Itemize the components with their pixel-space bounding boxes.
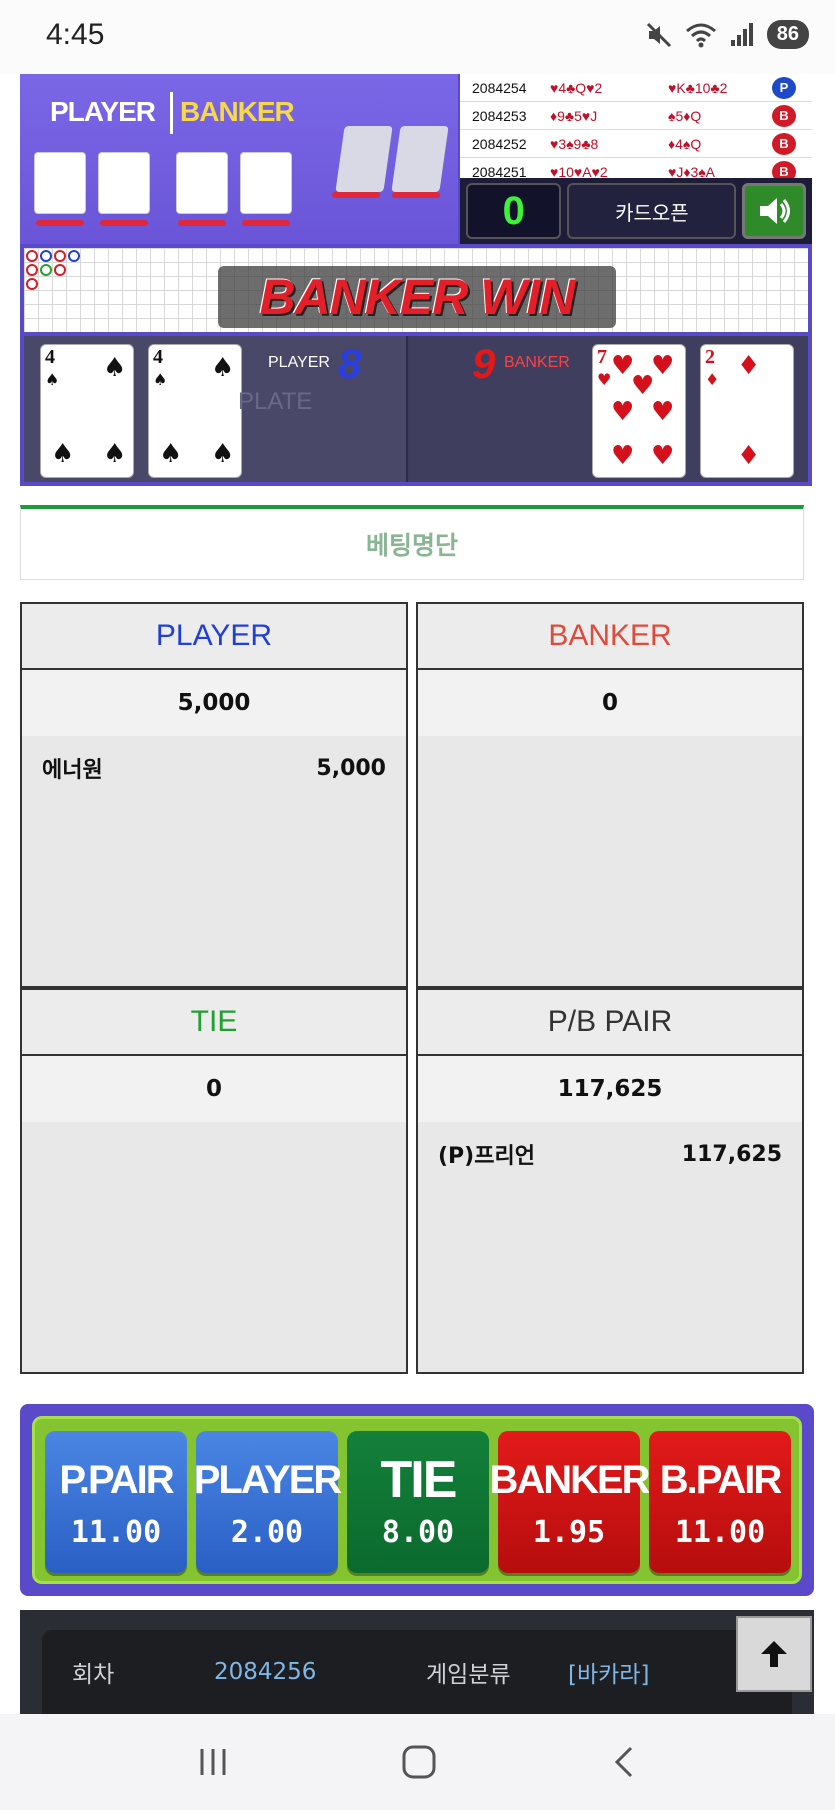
card-slot-light xyxy=(392,192,440,198)
bet-amount: 117,625 xyxy=(681,1141,782,1167)
bet-entry: 에너원 5,000 xyxy=(22,736,406,800)
banker-card: 7 ♥ ♥ ♥ ♥ ♥ ♥ ♥ ♥ xyxy=(592,344,686,478)
mute-icon xyxy=(646,22,671,47)
back-icon[interactable] xyxy=(609,1744,639,1780)
signal-icon xyxy=(730,22,753,46)
bettor-name: 에너원 xyxy=(42,758,103,783)
card-slot-light xyxy=(36,220,84,226)
panel-total: 0 xyxy=(22,1056,406,1122)
result-badge: P xyxy=(772,76,796,99)
card-slot-light xyxy=(242,220,290,226)
round-label: 회차 xyxy=(72,1662,115,1688)
bettor-name: (P)프리언 xyxy=(438,1144,535,1169)
bet-player-button[interactable]: PLAYER 2.00 xyxy=(194,1431,342,1573)
round-info: 회차 2084256 게임분류 [바카라] xyxy=(20,1610,814,1714)
bet-b-pair-button[interactable]: B.PAIR 11.00 xyxy=(649,1431,791,1573)
recent-apps-icon[interactable] xyxy=(196,1745,230,1779)
clock: 4:45 xyxy=(46,18,105,51)
win-text: BANKER WIN xyxy=(259,269,576,325)
win-banner: BANKER WIN xyxy=(218,266,616,328)
banker-score-label: BANKER xyxy=(504,354,570,371)
panel-total: 5,000 xyxy=(22,670,406,736)
result-badge: B xyxy=(772,104,796,127)
dealer-table: PLAYER BANKER xyxy=(20,74,458,244)
game-view: PLAYER BANKER 2084254 ♥4♣Q♥2 ♥K♣10♣2 P 2… xyxy=(20,74,812,486)
countdown-display: 0 xyxy=(466,183,562,239)
panel-title: TIE xyxy=(22,990,406,1056)
panel-total: 117,625 xyxy=(418,1056,802,1122)
felt-player-label: PLAYER xyxy=(50,96,156,127)
system-nav-bar xyxy=(0,1714,835,1810)
felt-divider xyxy=(170,92,173,134)
bet-banker-button[interactable]: BANKER 1.95 xyxy=(489,1431,651,1573)
banker-board: 9 BANKER 7 ♥ ♥ ♥ ♥ ♥ ♥ ♥ ♥ 2 ♦ ♦ ♦ xyxy=(410,336,808,482)
card-slot-light xyxy=(332,192,380,198)
deck-card xyxy=(335,126,393,192)
history-row: 2084252 ♥3♠9♣8 ♦4♠Q B xyxy=(460,130,812,158)
player-score: 8 xyxy=(338,340,362,387)
card-board: 4 ♠ ♠ ♠ ♠ 4 ♠ ♠ ♠ ♠ PLAYER 8 PLATE 9 BAN… xyxy=(24,336,808,482)
card-slot-light xyxy=(178,220,226,226)
panel-title: P/B PAIR xyxy=(418,990,802,1056)
banker-panel: BANKER 0 xyxy=(416,602,804,988)
table-card xyxy=(240,152,292,214)
table-card xyxy=(34,152,86,214)
panel-title: BANKER xyxy=(418,604,802,670)
player-score-label: PLAYER xyxy=(268,354,330,371)
plate-text: PLATE xyxy=(238,388,313,415)
game-type-value: [바카라] xyxy=(568,1662,650,1688)
history-row: 2084253 ♦9♣5♥J ♠5♦Q B xyxy=(460,102,812,130)
deck-card xyxy=(391,126,449,192)
panel-total: 0 xyxy=(418,670,802,736)
round-history: 2084254 ♥4♣Q♥2 ♥K♣10♣2 P 2084253 ♦9♣5♥J … xyxy=(460,74,812,186)
speaker-icon xyxy=(760,198,791,224)
wifi-icon xyxy=(685,23,716,47)
felt-banker-label: BANKER xyxy=(180,96,295,127)
home-icon[interactable] xyxy=(401,1744,437,1780)
player-board: 4 ♠ ♠ ♠ ♠ 4 ♠ ♠ ♠ ♠ PLAYER 8 PLATE xyxy=(24,336,408,482)
game-type-label: 게임분류 xyxy=(426,1662,511,1688)
banker-card: 2 ♦ ♦ ♦ xyxy=(700,344,794,478)
player-card: 4 ♠ ♠ ♠ ♠ xyxy=(148,344,242,478)
battery-indicator: 86 xyxy=(766,20,809,49)
panel-title: PLAYER xyxy=(22,604,406,670)
bet-p-pair-button[interactable]: P.PAIR 11.00 xyxy=(45,1431,187,1573)
scroll-top-button[interactable] xyxy=(736,1616,812,1692)
bet-entry: (P)프리언 117,625 xyxy=(418,1122,802,1186)
result-badge: B xyxy=(772,132,796,155)
arrow-up-icon xyxy=(761,1641,787,1667)
player-panel: PLAYER 5,000 에너원 5,000 xyxy=(20,602,408,988)
player-card: 4 ♠ ♠ ♠ ♠ xyxy=(40,344,134,478)
tie-panel: TIE 0 xyxy=(20,988,408,1374)
sound-button[interactable] xyxy=(742,183,807,239)
card-open-button[interactable]: 카드오픈 xyxy=(567,183,737,239)
history-row: 2084254 ♥4♣Q♥2 ♥K♣10♣2 P xyxy=(460,74,812,102)
bet-tie-button[interactable]: TIE 8.00 xyxy=(347,1431,489,1573)
table-card xyxy=(98,152,150,214)
bet-bar: P.PAIR 11.00 PLAYER 2.00 TIE 8.00 BANKER… xyxy=(20,1404,814,1596)
status-bar: 4:45 86 xyxy=(0,0,835,74)
round-value: 2084256 xyxy=(214,1659,317,1685)
status-icons: 86 xyxy=(645,20,809,49)
betting-list-tab[interactable]: 베팅명단 xyxy=(20,505,804,580)
pair-panel: P/B PAIR 117,625 (P)프리언 117,625 xyxy=(416,988,804,1374)
bet-amount: 5,000 xyxy=(316,755,386,781)
game-controls: 0 카드오픈 xyxy=(460,178,812,244)
section-title: 베팅명단 xyxy=(365,531,458,560)
table-card xyxy=(176,152,228,214)
banker-score: 9 xyxy=(472,340,496,387)
card-slot-light xyxy=(100,220,148,226)
